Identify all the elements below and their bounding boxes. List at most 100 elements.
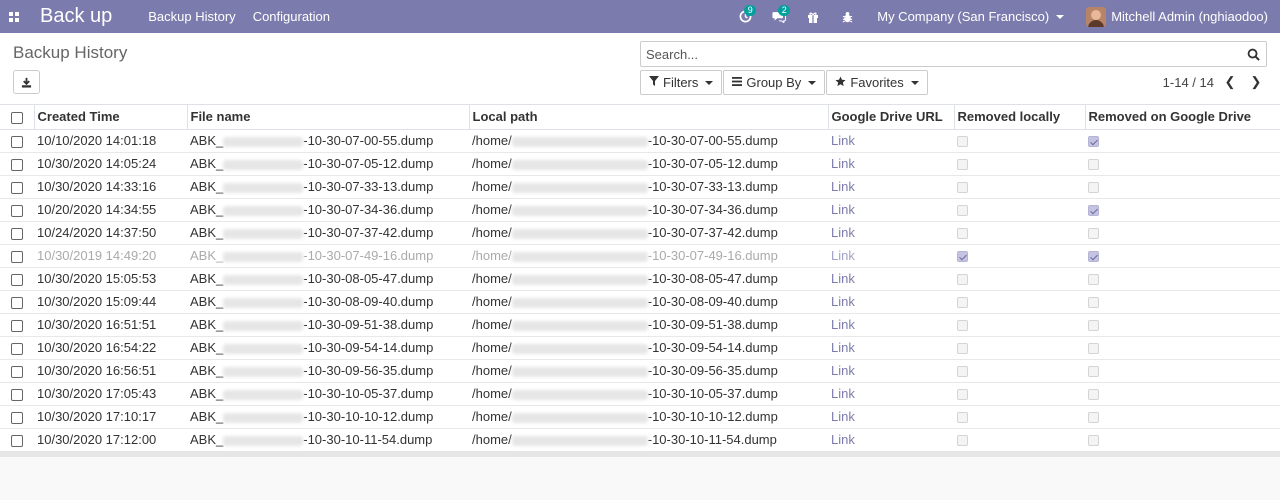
menu-backup-history[interactable]: Backup History — [148, 9, 235, 24]
file-name-cell: ABK_ -10-30-10-11-54.dump — [187, 428, 469, 451]
created-time-cell: 10/20/2020 14:34:55 — [37, 202, 157, 217]
google-drive-link[interactable]: Link — [831, 133, 855, 148]
redacted-text — [511, 412, 648, 423]
favorites-button[interactable]: Favorites — [826, 70, 928, 95]
table-row[interactable]: 10/30/2020 15:09:44 ABK_ -10-30-08-09-40.d… — [0, 290, 1280, 313]
google-drive-link[interactable]: Link — [831, 432, 855, 447]
google-drive-link[interactable]: Link — [831, 225, 855, 240]
file-name-suffix: -10-30-09-54-14.dump — [303, 340, 434, 355]
row-checkbox[interactable] — [11, 365, 23, 378]
table-row[interactable]: 10/30/2020 17:05:43 ABK_ -10-30-10-05-37.d… — [0, 382, 1280, 405]
column-header-local-path[interactable]: Local path — [468, 105, 828, 129]
group-by-button[interactable]: Group By — [723, 70, 826, 95]
row-checkbox[interactable] — [11, 296, 23, 309]
removed-gdrive-cell — [1085, 244, 1280, 267]
activity-clock-icon[interactable]: 9 — [735, 4, 757, 27]
row-checkbox[interactable] — [11, 342, 23, 355]
debug-bug-icon[interactable] — [837, 7, 857, 27]
google-drive-link[interactable]: Link — [831, 317, 855, 332]
table-row[interactable]: 10/10/2020 14:01:18 ABK_ -10-30-07-00-55.d… — [0, 129, 1280, 152]
select-all-cell — [0, 105, 34, 129]
google-drive-link[interactable]: Link — [831, 202, 855, 217]
app-brand[interactable]: Back up — [40, 5, 112, 28]
gift-icon[interactable] — [803, 7, 823, 27]
column-header-created-time[interactable]: Created Time — [33, 105, 187, 129]
column-header-removed-locally[interactable]: Removed locally — [953, 105, 1085, 129]
row-select-cell — [0, 313, 34, 336]
table-row[interactable]: 10/30/2020 14:33:16 ABK_ -10-30-07-33-13.d… — [0, 175, 1280, 198]
local-path-suffix: -10-30-10-11-54.dump — [647, 432, 777, 448]
removed-locally-checkbox — [957, 366, 968, 378]
select-all-checkbox[interactable] — [10, 111, 23, 124]
table-row[interactable]: 10/30/2020 16:51:51 ABK_ -10-30-09-51-38.d… — [0, 313, 1280, 336]
google-drive-link[interactable]: Link — [831, 156, 855, 171]
search-input[interactable] — [641, 46, 1242, 62]
row-checkbox[interactable] — [11, 250, 23, 263]
column-header-google-drive-url[interactable]: Google Drive URL — [827, 105, 954, 129]
local-path-cell: /home/ -10-30-07-34-36.dump — [469, 198, 828, 221]
google-drive-url-cell: Link — [828, 129, 954, 152]
removed-gdrive-checkbox — [1088, 228, 1099, 240]
google-drive-url-cell: Link — [828, 152, 954, 175]
file-name-prefix: ABK_ — [190, 248, 224, 263]
file-name-cell: ABK_ -10-30-07-33-13.dump — [187, 175, 469, 198]
table-row[interactable]: 10/24/2020 14:37:50 ABK_ -10-30-07-37-42.d… — [0, 221, 1280, 244]
removed-locally-checkbox — [957, 182, 968, 194]
file-name-prefix: ABK_ — [190, 225, 224, 240]
removed-locally-cell — [954, 290, 1085, 313]
google-drive-link[interactable]: Link — [831, 248, 855, 263]
row-checkbox[interactable] — [11, 204, 23, 217]
row-checkbox[interactable] — [11, 273, 23, 286]
row-checkbox[interactable] — [11, 319, 23, 332]
file-name-prefix: ABK_ — [190, 317, 224, 332]
pager-next-icon[interactable]: ❯ — [1246, 74, 1266, 90]
table-row[interactable]: 10/30/2020 15:05:53 ABK_ -10-30-08-05-47.d… — [0, 267, 1280, 290]
table-row[interactable]: 10/30/2020 17:12:00 ABK_ -10-30-10-11-54.d… — [0, 428, 1280, 451]
local-path-prefix: /home/ — [472, 202, 512, 217]
row-checkbox[interactable] — [11, 181, 23, 194]
row-checkbox[interactable] — [11, 388, 23, 401]
table-row[interactable]: 10/30/2020 17:10:17 ABK_ -10-30-10-10-12.d… — [0, 405, 1280, 428]
star-icon — [835, 75, 846, 90]
google-drive-link[interactable]: Link — [831, 363, 855, 378]
table-row[interactable]: 10/30/2020 14:05:24 ABK_ -10-30-07-05-12.d… — [0, 152, 1280, 175]
user-menu[interactable]: Mitchell Admin (nghiaodoo) — [1086, 6, 1268, 27]
activity-badge: 9 — [744, 4, 757, 16]
google-drive-link[interactable]: Link — [831, 340, 855, 355]
google-drive-link[interactable]: Link — [831, 294, 855, 309]
row-select-cell — [0, 244, 34, 267]
local-path-prefix: /home/ — [472, 340, 512, 355]
search-icon[interactable] — [1242, 43, 1264, 65]
messages-icon[interactable]: 2 — [769, 4, 791, 27]
backup-table: Created Time File name Local path Google… — [0, 105, 1280, 451]
google-drive-url-cell: Link — [828, 244, 954, 267]
google-drive-link[interactable]: Link — [831, 409, 855, 424]
file-name-suffix: -10-30-10-10-12.dump — [303, 409, 434, 424]
pager-previous-icon[interactable]: ❮ — [1220, 74, 1240, 90]
google-drive-url-cell: Link — [828, 198, 954, 221]
table-row[interactable]: 10/30/2019 14:49:20 ABK_ -10-30-07-49-16.d… — [0, 244, 1280, 267]
google-drive-link[interactable]: Link — [831, 386, 855, 401]
control-panel: Backup History Filters Group By — [0, 33, 1280, 105]
row-checkbox[interactable] — [11, 135, 23, 148]
google-drive-link[interactable]: Link — [831, 179, 855, 194]
removed-locally-checkbox — [957, 159, 968, 171]
pager-value[interactable]: 1-14 / 14 — [1163, 75, 1214, 90]
export-download-button[interactable] — [13, 70, 40, 94]
redacted-text — [223, 251, 304, 262]
company-switcher[interactable]: My Company (San Francisco) — [877, 9, 1065, 24]
column-header-file-name[interactable]: File name — [186, 105, 469, 129]
filters-button[interactable]: Filters — [640, 70, 723, 95]
table-row[interactable]: 10/30/2020 16:56:51 ABK_ -10-30-09-56-35.d… — [0, 359, 1280, 382]
table-row[interactable]: 10/20/2020 14:34:55 ABK_ -10-30-07-34-36.d… — [0, 198, 1280, 221]
removed-gdrive-cell — [1085, 198, 1280, 221]
column-header-removed-google-drive[interactable]: Removed on Google Drive — [1084, 105, 1280, 129]
google-drive-link[interactable]: Link — [831, 271, 855, 286]
table-row[interactable]: 10/30/2020 16:54:22 ABK_ -10-30-09-54-14.d… — [0, 336, 1280, 359]
row-checkbox[interactable] — [11, 227, 23, 240]
menu-configuration[interactable]: Configuration — [253, 9, 330, 24]
apps-menu-icon[interactable] — [0, 0, 28, 33]
row-checkbox[interactable] — [11, 434, 23, 447]
row-checkbox[interactable] — [11, 411, 23, 424]
row-checkbox[interactable] — [11, 158, 23, 171]
